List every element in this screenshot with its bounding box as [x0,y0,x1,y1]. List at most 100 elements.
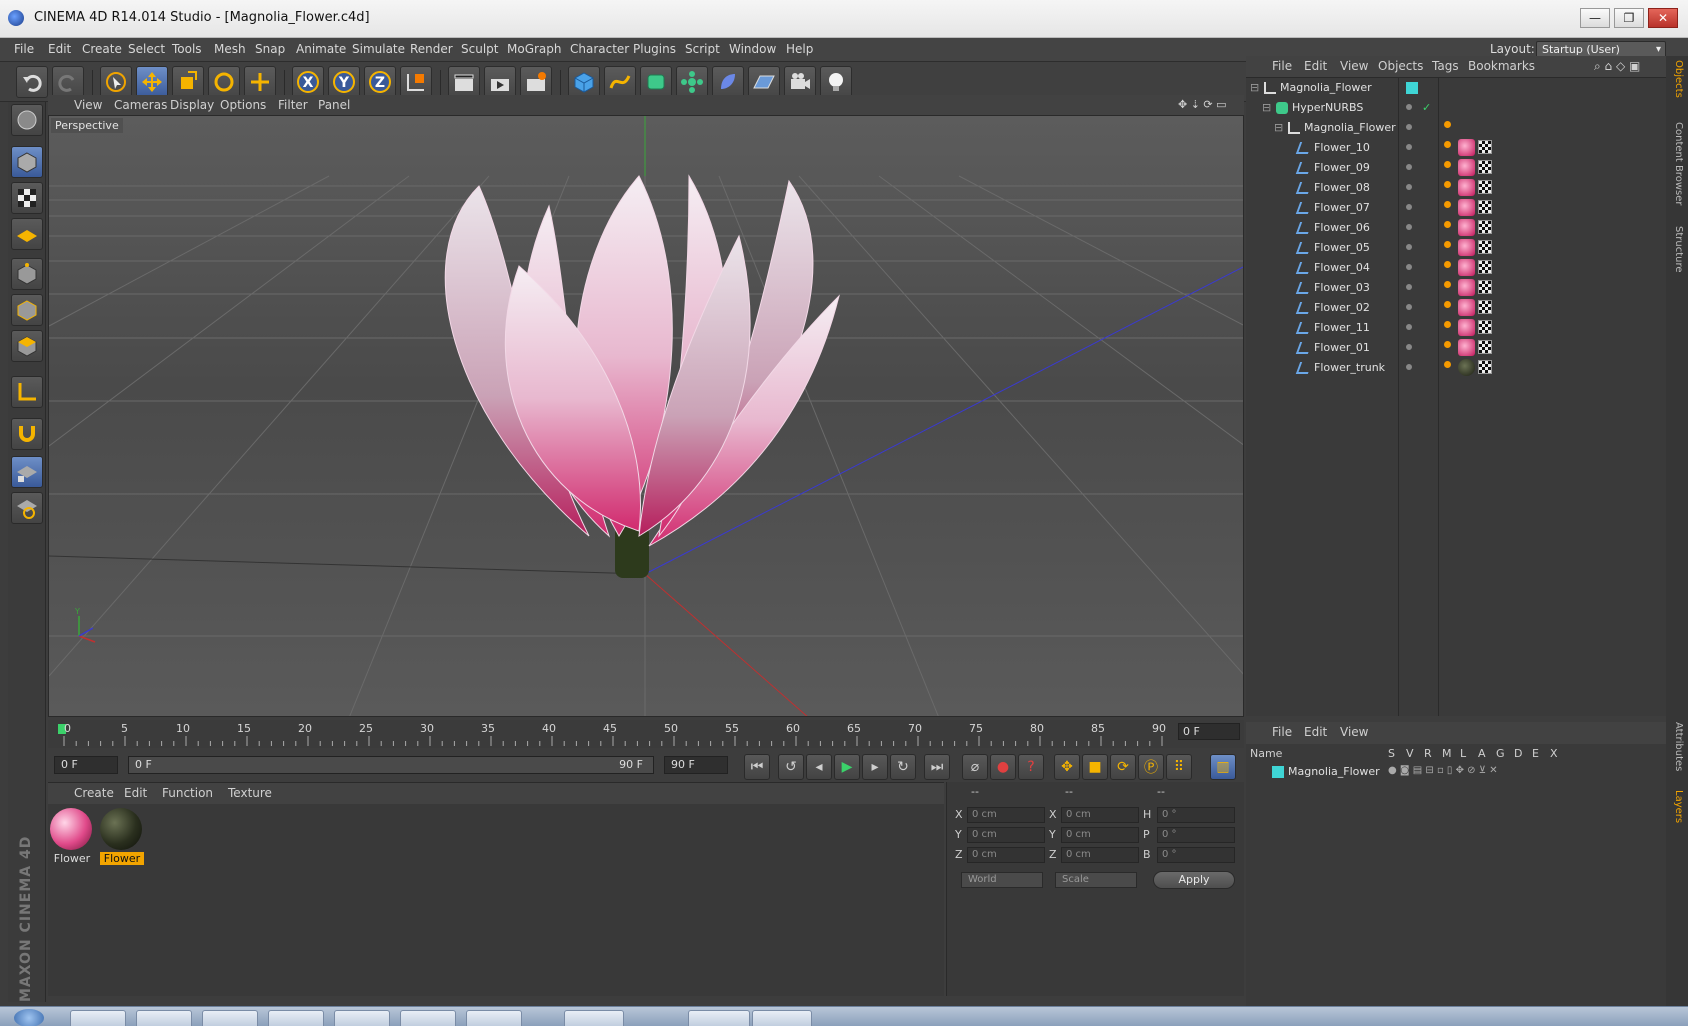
taskbar-app[interactable] [564,1010,624,1026]
key-rotation-button[interactable]: ⟳ [1110,754,1136,780]
rotation-b-field[interactable]: 0 ° [1157,847,1235,863]
menu-select[interactable]: Select [128,42,165,56]
object-row-magnolia-group[interactable]: ⊟ Magnolia_Flower [1246,118,1666,138]
viewport-navigation-icons[interactable]: ✥ ⇣ ⟳ ▭ [1178,98,1227,111]
uvw-tag-icon[interactable] [1478,220,1492,234]
size-z-field[interactable]: 0 cm [1061,847,1139,863]
uvw-tag-icon[interactable] [1478,320,1492,334]
minimize-button[interactable]: — [1580,8,1610,28]
layer-menu-file[interactable]: File [1272,725,1292,739]
x-axis-lock-button[interactable]: X [292,66,324,98]
phong-tag-icon[interactable] [1444,181,1451,188]
phong-tag-icon[interactable] [1444,161,1451,168]
phong-tag-icon[interactable] [1444,261,1451,268]
menu-simulate[interactable]: Simulate [352,42,405,56]
menu-create[interactable]: Create [82,42,122,56]
object-row-flower-09[interactable]: Flower_09 [1246,158,1666,178]
viewport-menu-panel[interactable]: Panel [318,98,350,112]
material-tag-flower-icon[interactable] [1458,299,1475,316]
menu-sculpt[interactable]: Sculpt [461,42,498,56]
collapse-toggle-icon[interactable]: ⊟ [1250,81,1259,94]
material-tag-flower-icon[interactable] [1458,159,1475,176]
previous-key-button[interactable]: ↺ [778,754,804,780]
key-parameter-button[interactable]: Ⓟ [1138,754,1164,780]
visibility-dot[interactable] [1406,144,1412,150]
model-mode-button[interactable] [11,146,43,178]
render-view-button[interactable] [448,66,480,98]
menu-help[interactable]: Help [786,42,813,56]
key-point-level-button[interactable]: ⠿ [1166,754,1192,780]
record-active-objects-button[interactable]: ● [990,754,1016,780]
autokeying-button[interactable]: ? [1018,754,1044,780]
points-mode-button[interactable] [11,258,43,290]
object-row-flower-06[interactable]: Flower_06 [1246,218,1666,238]
object-row-flower-07[interactable]: Flower_07 [1246,198,1666,218]
record-position-button[interactable]: ⌀ [962,754,988,780]
polygons-mode-button[interactable] [11,330,43,362]
visibility-dot[interactable] [1406,284,1412,290]
visibility-dot[interactable] [1406,124,1412,130]
viewport-menu-options[interactable]: Options [220,98,266,112]
add-array-button[interactable] [676,66,708,98]
object-row-flower-01[interactable]: Flower_01 [1246,338,1666,358]
layer-flag-icons[interactable]: ● ◙ ▤ ⊟ ▫ ▯ ✥ ⊘ ⊻ ✕ [1388,765,1498,776]
material-swatch-flower-trunk[interactable]: Flower [100,808,144,865]
visibility-dot[interactable] [1406,204,1412,210]
enabled-checkmark-icon[interactable]: ✓ [1422,101,1431,114]
visibility-dot[interactable] [1406,264,1412,270]
taskbar-app[interactable] [268,1010,324,1026]
object-row-flower-11[interactable]: Flower_11 [1246,318,1666,338]
object-row-magnolia-root[interactable]: ⊟ Magnolia_Flower [1246,78,1666,98]
locked-workplane-button[interactable] [11,492,43,524]
uvw-tag-icon[interactable] [1478,340,1492,354]
previous-frame-button[interactable]: ◂ [806,754,832,780]
taskbar-app[interactable] [688,1010,750,1026]
object-menu-bookmarks[interactable]: Bookmarks [1468,59,1535,73]
collapse-toggle-icon[interactable]: ⊟ [1274,121,1283,134]
phong-tag-icon[interactable] [1444,121,1451,128]
menu-snap[interactable]: Snap [255,42,285,56]
coordinate-system-button[interactable] [400,66,432,98]
render-picture-viewer-button[interactable] [484,66,516,98]
start-button-icon[interactable] [14,1009,44,1026]
undo-button[interactable] [16,66,48,98]
object-row-flower-04[interactable]: Flower_04 [1246,258,1666,278]
material-tag-flower-icon[interactable] [1458,319,1475,336]
current-frame-field[interactable]: 0 F [1178,723,1240,740]
material-tag-flower-icon[interactable] [1458,279,1475,296]
menu-mesh[interactable]: Mesh [214,42,246,56]
rotation-p-field[interactable]: 0 ° [1157,827,1235,843]
coordinate-mode-dropdown[interactable]: World [961,872,1043,888]
material-tag-flower-icon[interactable] [1458,239,1475,256]
end-frame-field[interactable]: 90 F [664,756,728,774]
scale-tool-button[interactable] [172,66,204,98]
material-menu-edit[interactable]: Edit [124,786,147,800]
live-selection-button[interactable] [100,66,132,98]
apply-button[interactable]: Apply [1153,871,1235,889]
menu-tools[interactable]: Tools [172,42,202,56]
material-menu-texture[interactable]: Texture [228,786,272,800]
rotate-tool-button[interactable] [208,66,240,98]
uvw-tag-icon[interactable] [1478,240,1492,254]
object-manager-search-icon[interactable]: ⌕ ⌂ ◇ ▣ [1594,59,1640,74]
object-row-flower-05[interactable]: Flower_05 [1246,238,1666,258]
object-row-flower-08[interactable]: Flower_08 [1246,178,1666,198]
material-tag-flower-icon[interactable] [1458,219,1475,236]
perspective-viewport[interactable]: Perspective Y [48,115,1244,717]
collapse-toggle-icon[interactable]: ⊟ [1262,101,1271,114]
visibility-dot[interactable] [1406,224,1412,230]
material-tag-flower-icon[interactable] [1458,139,1475,156]
tab-attributes[interactable]: Attributes [1673,722,1684,771]
tab-content-browser[interactable]: Content Browser [1673,122,1684,205]
phong-tag-icon[interactable] [1444,141,1451,148]
add-deformer-button[interactable] [712,66,744,98]
object-menu-tags[interactable]: Tags [1432,59,1459,73]
object-row-flower-02[interactable]: Flower_02 [1246,298,1666,318]
maximize-button[interactable]: ❐ [1614,8,1644,28]
tab-structure[interactable]: Structure [1673,226,1684,273]
viewport-menu-view[interactable]: View [74,98,102,112]
uvw-tag-icon[interactable] [1478,300,1492,314]
layer-row-magnolia[interactable]: Magnolia_Flower ● ◙ ▤ ⊟ ▫ ▯ ✥ ⊘ ⊻ ✕ [1246,762,1666,782]
size-y-field[interactable]: 0 cm [1061,827,1139,843]
visibility-dot[interactable] [1406,244,1412,250]
